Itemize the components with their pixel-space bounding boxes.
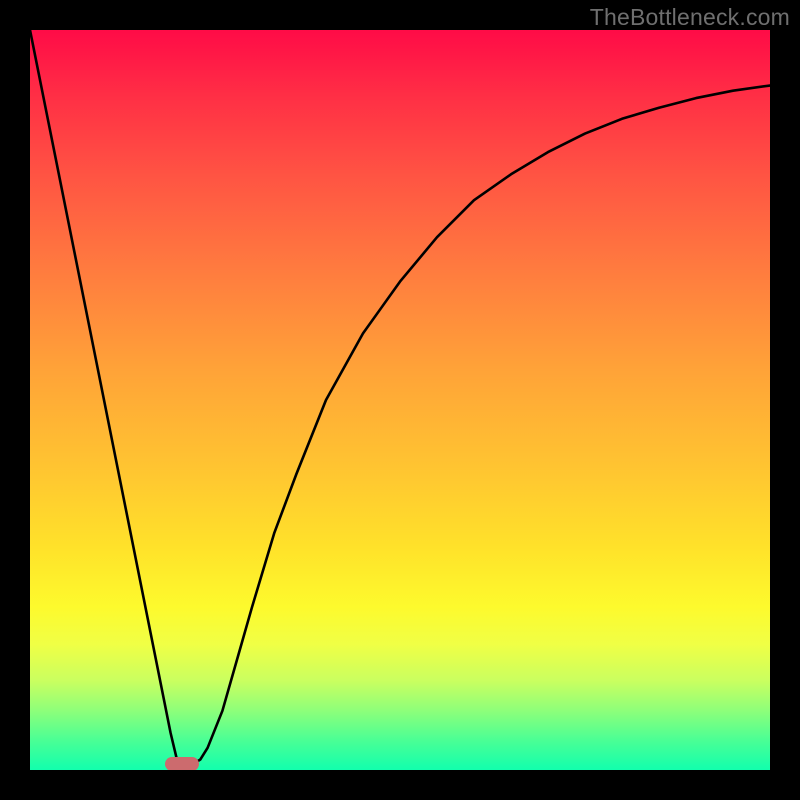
plot-area <box>30 30 770 770</box>
v-curve-path <box>30 30 770 764</box>
minimum-marker <box>165 757 199 770</box>
curve-svg <box>30 30 770 770</box>
watermark-label: TheBottleneck.com <box>590 4 790 31</box>
chart-frame: TheBottleneck.com <box>0 0 800 800</box>
